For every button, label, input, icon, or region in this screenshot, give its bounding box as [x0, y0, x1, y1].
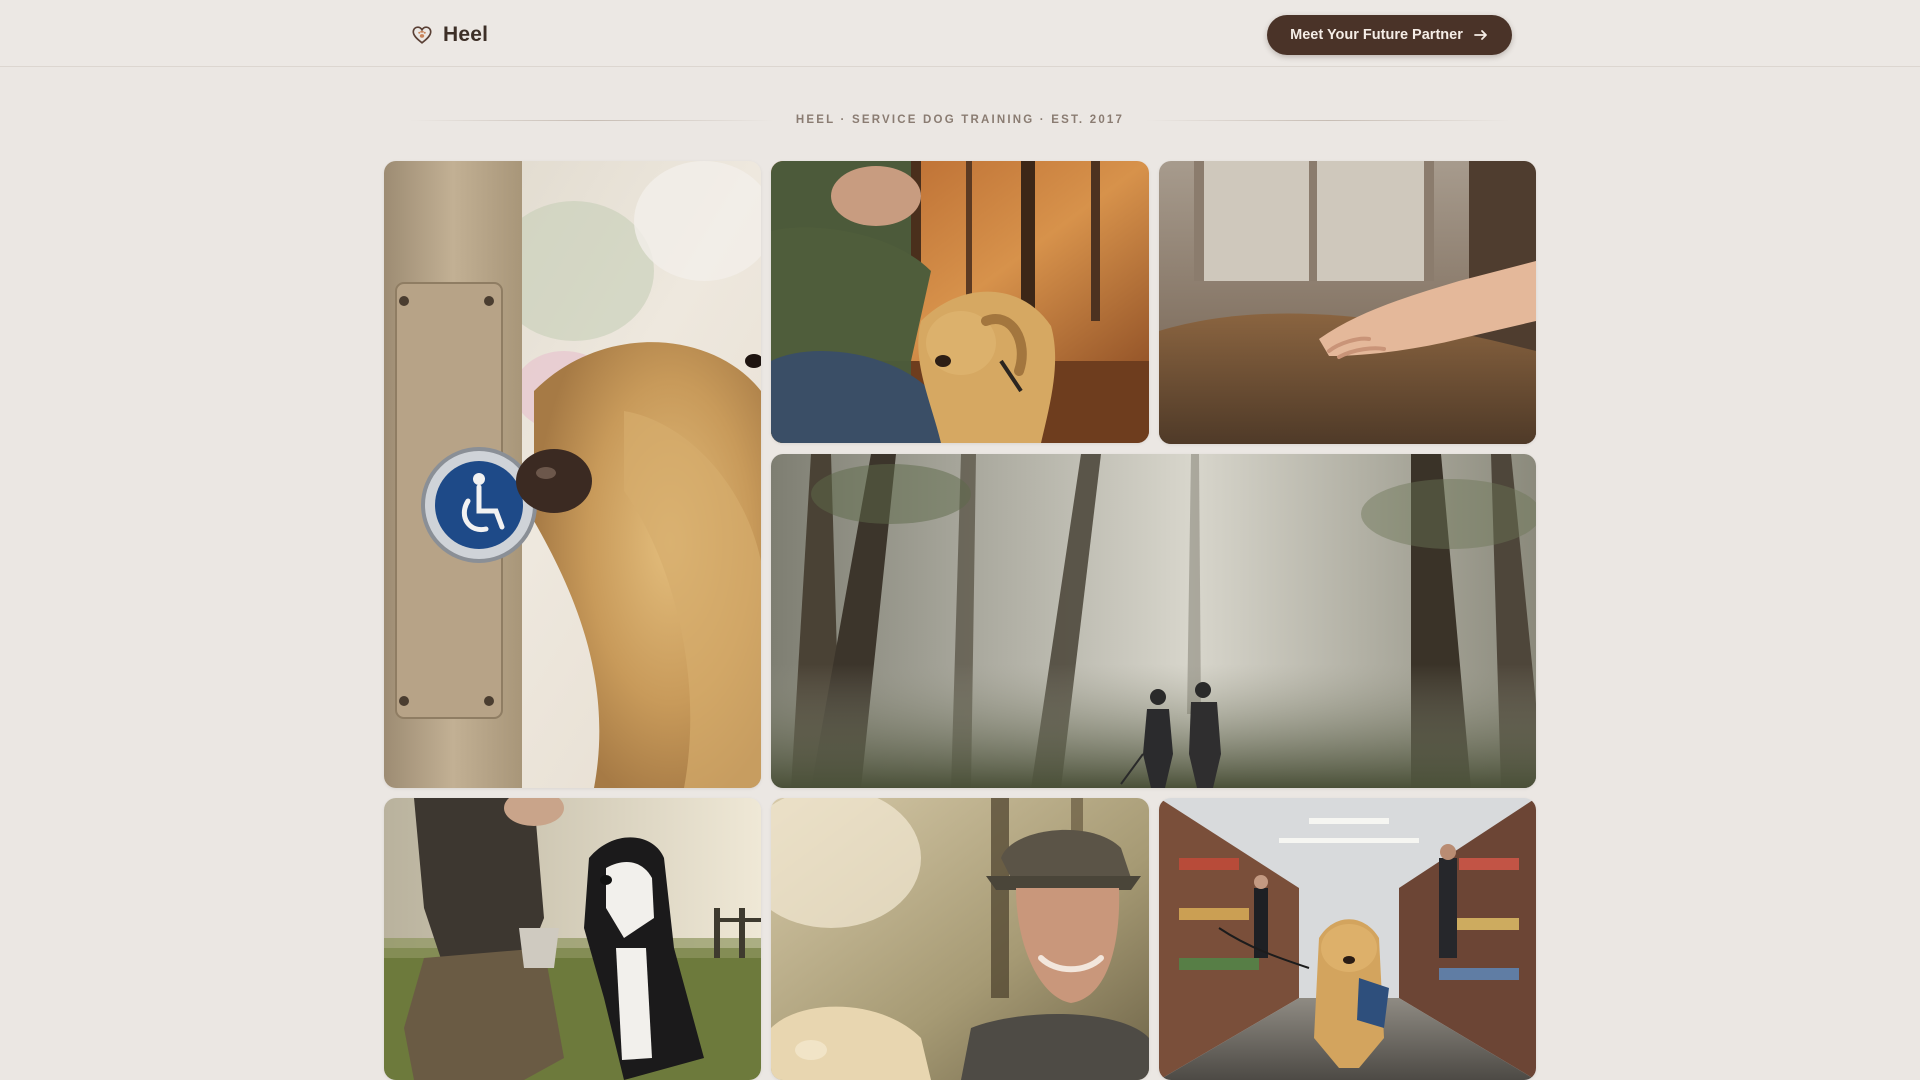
- smiling-man-image: [771, 798, 1149, 1080]
- top-navigation-bar: Heel Meet Your Future Partner: [0, 0, 1920, 67]
- photo-smiling-man-with-dog[interactable]: [771, 798, 1149, 1080]
- photo-golden-retriever-accessibility-button[interactable]: [384, 161, 761, 788]
- meet-your-future-partner-button[interactable]: Meet Your Future Partner: [1267, 15, 1512, 55]
- arrow-right-icon: [1473, 30, 1487, 40]
- brand-name: Heel: [443, 23, 489, 46]
- grocery-store-image: [1159, 798, 1536, 1080]
- heart-paw-icon: [412, 26, 432, 44]
- photo-man-with-labrador-autumn-forest[interactable]: [771, 161, 1149, 443]
- divider-right: [1146, 119, 1510, 121]
- autumn-labrador-image: [771, 161, 1149, 443]
- brand-logo[interactable]: Heel: [411, 22, 488, 48]
- divider-left: [410, 119, 774, 121]
- golden-retriever-image: [384, 161, 761, 788]
- petting-fur-image: [1159, 161, 1536, 444]
- tagline: HEEL · SERVICE DOG TRAINING · EST. 2017: [795, 114, 1125, 126]
- border-collie-image: [384, 798, 761, 1080]
- tagline-section: HEEL · SERVICE DOG TRAINING · EST. 2017: [410, 111, 1510, 129]
- photo-couple-walking-dog-misty-forest[interactable]: [771, 454, 1536, 788]
- photo-hand-petting-dog-fur[interactable]: [1159, 161, 1536, 444]
- photo-trainer-with-border-collie[interactable]: [384, 798, 761, 1080]
- photo-service-dog-grocery-store[interactable]: [1159, 798, 1536, 1080]
- cta-label: Meet Your Future Partner: [1290, 27, 1463, 43]
- misty-forest-image: [771, 454, 1536, 788]
- page: Heel Meet Your Future Partner HEEL · SER…: [0, 0, 1920, 1080]
